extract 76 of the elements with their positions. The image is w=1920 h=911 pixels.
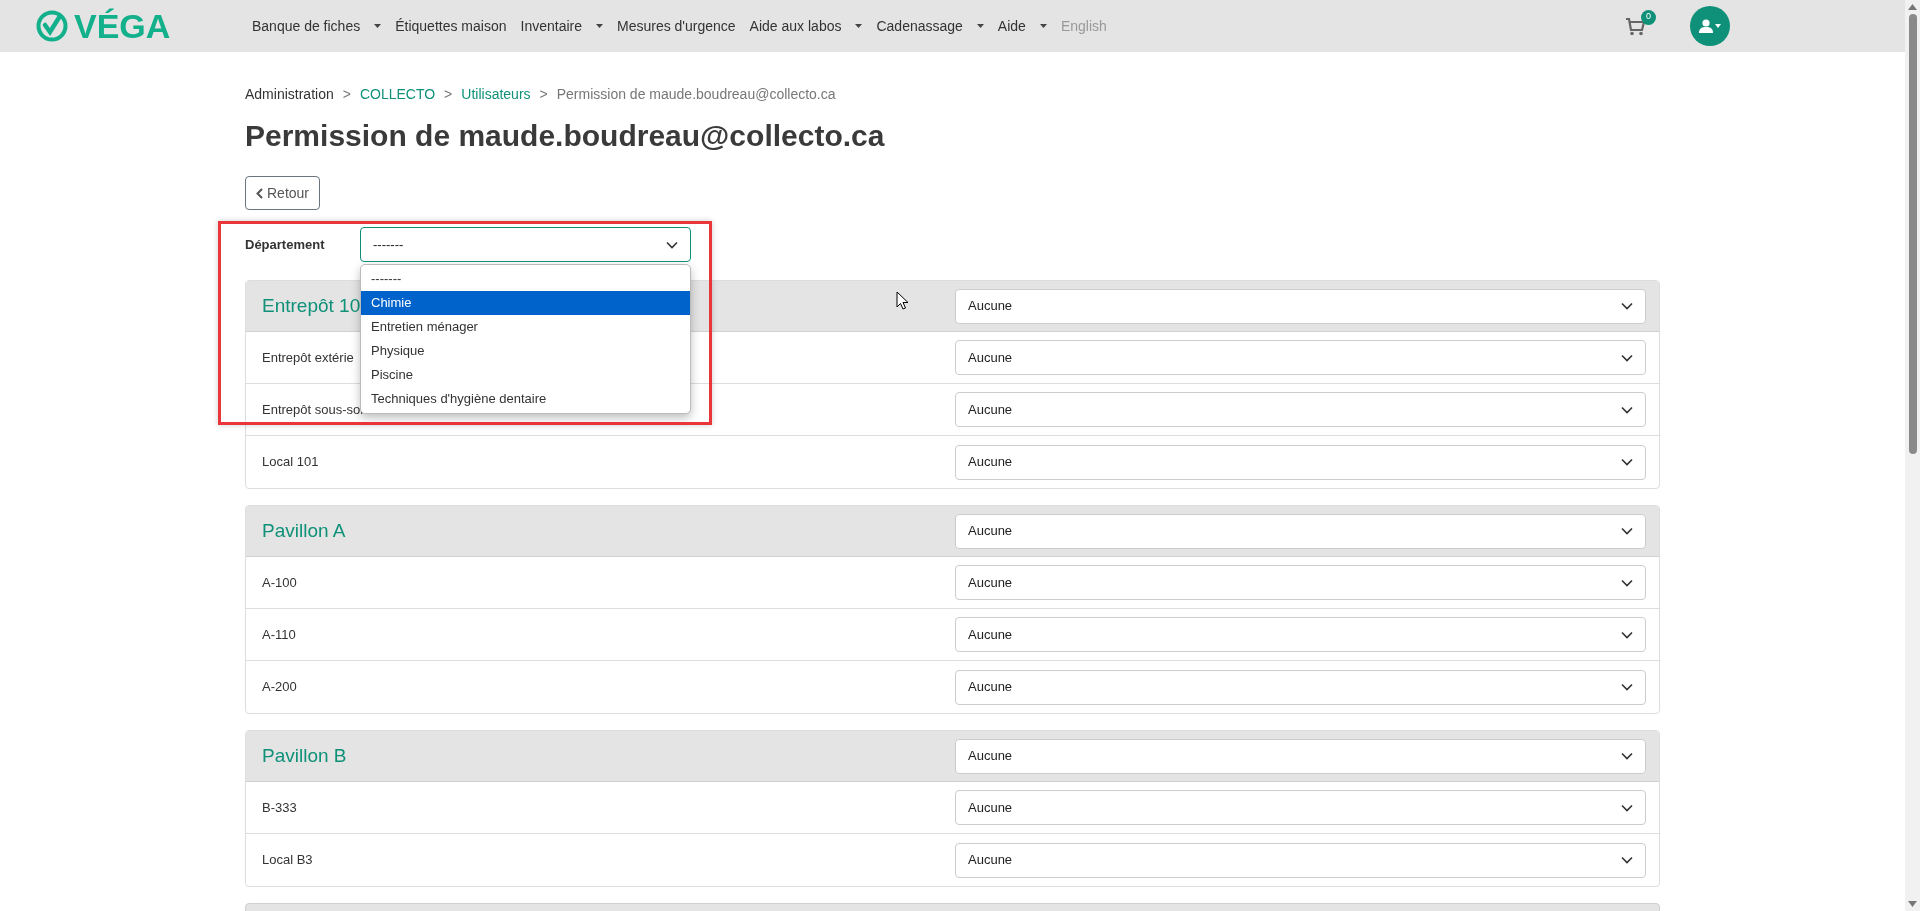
room-name: Local B3: [262, 851, 313, 870]
chevron-down-icon: [1621, 803, 1633, 812]
chevron-down-icon: [1621, 630, 1633, 639]
section-title: Pavillon A: [262, 518, 346, 543]
caret-icon[interactable]: [1039, 24, 1047, 28]
room-name: A-110: [262, 625, 296, 644]
scrollbar-thumb[interactable]: [1908, 14, 1917, 454]
dropdown-option[interactable]: Physique: [361, 339, 690, 363]
caret-icon[interactable]: [374, 24, 382, 28]
user-icon: [1699, 19, 1713, 33]
room-name: Entrepôt extérie: [262, 348, 354, 367]
caret-icon[interactable]: [596, 24, 603, 28]
nav-link[interactable]: Cadenassage: [876, 15, 963, 37]
chevron-down-icon: [1621, 458, 1633, 466]
dropdown-option[interactable]: Piscine: [361, 363, 690, 387]
permission-select[interactable]: Aucune: [955, 565, 1646, 600]
room-name: Entrepôt sous-sol: [262, 400, 364, 419]
dropdown-option[interactable]: -------: [361, 267, 690, 291]
breadcrumb-link[interactable]: Utilisateurs: [461, 84, 531, 104]
permission-select[interactable]: Aucune: [955, 738, 1646, 774]
dropdown-option[interactable]: Techniques d'hygiène dentaire: [361, 387, 690, 411]
chevron-down-icon: [666, 240, 678, 249]
caret-icon[interactable]: [976, 24, 984, 28]
dropdown-option[interactable]: Entretien ménager: [361, 315, 690, 339]
cart-count-badge: 0: [1641, 9, 1656, 25]
scroll-up-icon[interactable]: [1908, 4, 1917, 10]
chevron-down-icon: [1621, 752, 1633, 760]
permission-select[interactable]: Aucune: [955, 617, 1646, 652]
chevron-down-icon: [1621, 683, 1633, 691]
section-title: Pavillon B: [262, 743, 347, 768]
permission-select[interactable]: Aucune: [955, 513, 1646, 549]
chevron-down-icon: [1621, 856, 1633, 864]
breadcrumb-separator: >: [342, 85, 351, 104]
field-label: Département: [245, 235, 326, 254]
room-name: B-333: [262, 798, 297, 817]
scroll-down-icon[interactable]: [1908, 901, 1917, 907]
breadcrumb-separator: >: [539, 85, 548, 104]
user-menu-button[interactable]: [1690, 6, 1730, 46]
check-circle-icon: [36, 10, 68, 42]
dropdown-option[interactable]: Chimie: [361, 291, 690, 315]
cart-icon[interactable]: [1626, 17, 1646, 36]
department-select[interactable]: -------: [360, 227, 691, 262]
breadcrumb-item: Administration: [245, 85, 334, 104]
mouse-pointer-icon: [896, 291, 909, 310]
breadcrumb-separator: >: [444, 85, 453, 104]
room-name: A-200: [262, 678, 297, 697]
logo-text: VÉGA: [74, 9, 171, 43]
permission-select[interactable]: Aucune: [955, 669, 1646, 705]
caret-icon[interactable]: [855, 24, 863, 28]
chevron-down-icon: [1621, 527, 1633, 535]
nav-link[interactable]: Mesures d'urgence: [617, 15, 736, 37]
permission-select[interactable]: Aucune: [955, 288, 1646, 324]
permission-select[interactable]: Aucune: [955, 340, 1646, 375]
chevron-down-icon: [1621, 302, 1633, 310]
chevron-down-icon: [1621, 353, 1633, 362]
permission-select[interactable]: Aucune: [955, 392, 1646, 427]
chevron-left-icon: [256, 187, 263, 199]
nav-link[interactable]: Aide: [997, 15, 1026, 37]
nav-link[interactable]: Banque de fiches: [252, 15, 361, 37]
nav-link[interactable]: Aide aux labos: [749, 15, 842, 37]
permission-select[interactable]: Aucune: [955, 842, 1646, 878]
nav-link[interactable]: Inventaire: [520, 15, 582, 37]
room-name: A-100: [262, 573, 297, 592]
permission-select[interactable]: Aucune: [955, 444, 1646, 480]
chevron-down-icon: [1621, 578, 1633, 587]
caret-icon: [1715, 24, 1721, 28]
room-name: Local 101: [262, 453, 319, 472]
nav-link[interactable]: Étiquettes maison: [395, 15, 507, 37]
section-title: Entrepôt 10: [262, 293, 361, 318]
breadcrumb-current: Permission de maude.boudreau@collecto.ca: [556, 85, 836, 104]
back-button[interactable]: Retour: [245, 176, 321, 210]
page-title: Permission de maude.boudreau@collecto.ca: [245, 118, 886, 154]
breadcrumb-link[interactable]: COLLECTO: [359, 84, 436, 104]
chevron-down-icon: [1621, 405, 1633, 414]
permission-select[interactable]: Aucune: [955, 790, 1646, 825]
scrollbar[interactable]: [1905, 0, 1920, 911]
